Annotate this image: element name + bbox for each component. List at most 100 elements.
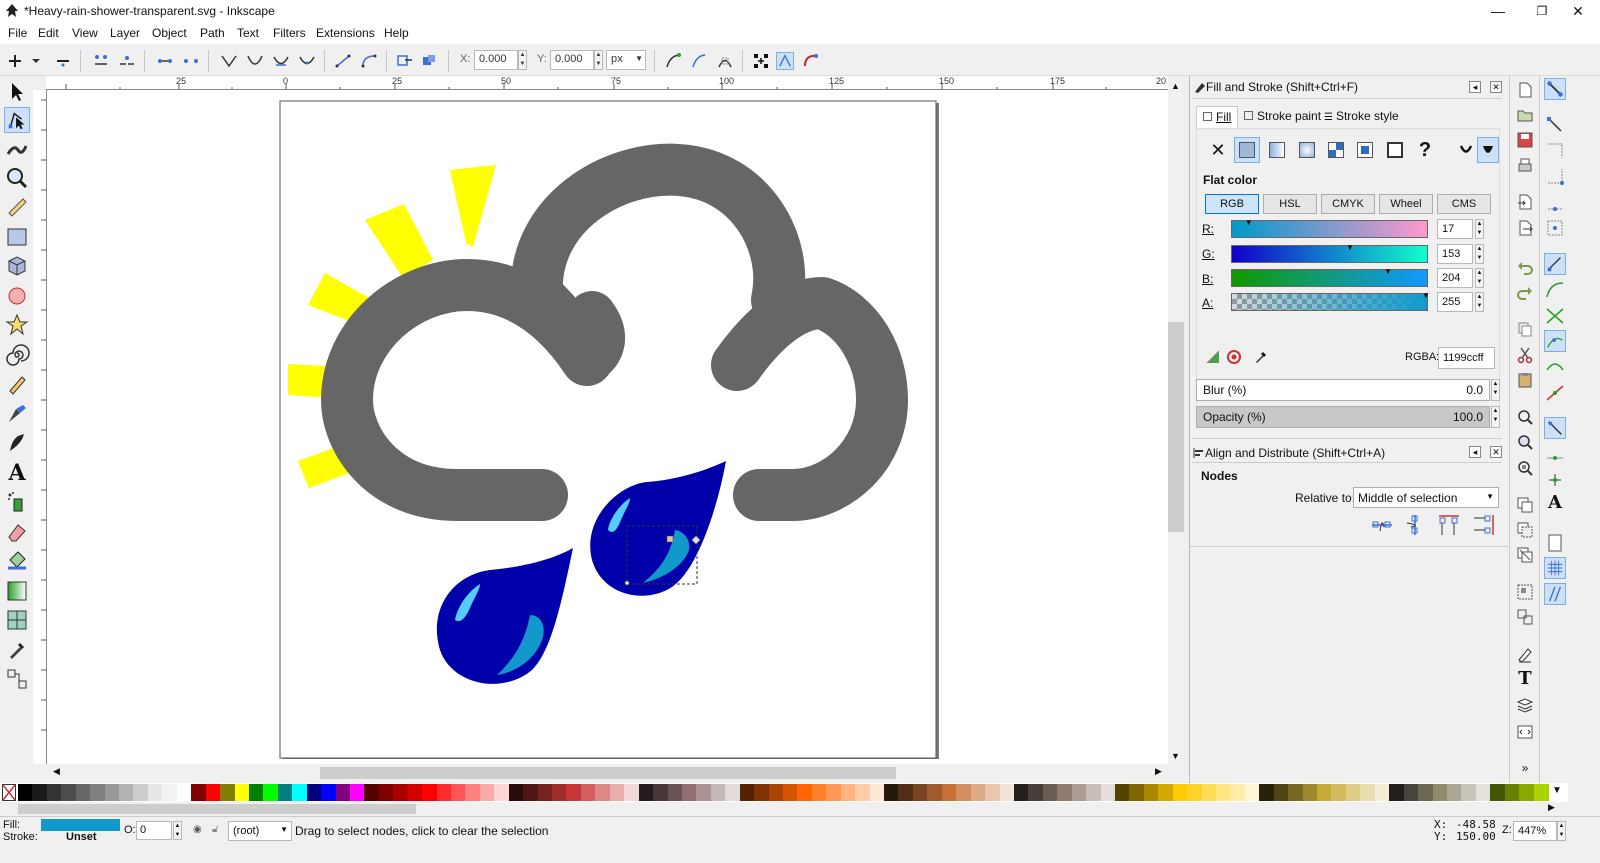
scroll-right-arrow-icon[interactable]: ▶ bbox=[1155, 766, 1162, 777]
color-swatch[interactable] bbox=[220, 784, 236, 801]
path-effect-icon[interactable] bbox=[802, 52, 820, 70]
tab-stroke-style[interactable]: ☰ Stroke style bbox=[1318, 106, 1405, 128]
fill-rule-nonzero-button[interactable] bbox=[1477, 137, 1499, 163]
color-swatch[interactable] bbox=[739, 784, 755, 801]
color-swatch[interactable] bbox=[378, 784, 394, 801]
ellipse-tool-icon[interactable] bbox=[4, 283, 30, 309]
channel-b-spin[interactable]: ▲ ▼ bbox=[1475, 268, 1484, 288]
pencil-tool-icon[interactable] bbox=[4, 371, 30, 397]
color-swatch[interactable] bbox=[595, 784, 611, 801]
color-picker-icon[interactable] bbox=[1253, 349, 1269, 365]
color-managed-icon[interactable] bbox=[1205, 349, 1221, 365]
color-swatch[interactable] bbox=[436, 784, 452, 801]
channel-g-value[interactable]: 153 bbox=[1437, 244, 1473, 264]
paste-icon[interactable] bbox=[1516, 371, 1534, 389]
color-swatch[interactable] bbox=[956, 784, 972, 801]
color-swatch[interactable] bbox=[912, 784, 928, 801]
transform-handles-icon[interactable] bbox=[752, 52, 770, 70]
stroke-to-path-icon[interactable] bbox=[420, 52, 438, 70]
rectangle-tool-icon[interactable] bbox=[4, 224, 30, 250]
snap-bbox-edge-icon[interactable] bbox=[1544, 140, 1566, 162]
color-swatch[interactable] bbox=[1446, 784, 1462, 801]
spray-tool-icon[interactable] bbox=[4, 489, 30, 515]
delete-node-icon[interactable] bbox=[54, 52, 72, 70]
tab-stroke-paint[interactable]: Stroke paint bbox=[1238, 106, 1327, 128]
color-swatch[interactable] bbox=[1273, 784, 1289, 801]
paint-bucket-tool-icon[interactable] bbox=[4, 548, 30, 574]
color-swatch[interactable] bbox=[32, 784, 48, 801]
color-swatch[interactable] bbox=[941, 784, 957, 801]
snap-text-baseline-icon[interactable]: A bbox=[1544, 492, 1566, 514]
channel-b-value[interactable]: 204 bbox=[1437, 268, 1473, 288]
tab-fill[interactable]: Fill bbox=[1196, 106, 1239, 128]
color-swatch[interactable] bbox=[46, 784, 62, 801]
snap-bbox-corner-icon[interactable] bbox=[1544, 165, 1566, 187]
snap-toggle-icon[interactable] bbox=[1544, 78, 1566, 100]
panel-iconify-button[interactable]: ◂ bbox=[1469, 81, 1481, 93]
scroll-left-arrow-icon[interactable]: ◀ bbox=[53, 766, 60, 777]
align-iconify-button[interactable]: ◂ bbox=[1469, 446, 1481, 458]
color-swatch[interactable] bbox=[1490, 784, 1506, 801]
export-icon[interactable] bbox=[1516, 219, 1534, 237]
color-swatch[interactable] bbox=[1360, 784, 1376, 801]
scroll-up-arrow-icon[interactable]: ▲ bbox=[1171, 81, 1180, 91]
color-swatch[interactable] bbox=[191, 784, 207, 801]
show-transform-icon[interactable] bbox=[776, 52, 794, 70]
menu-layer[interactable]: Layer bbox=[110, 26, 140, 40]
color-swatch[interactable] bbox=[1100, 784, 1116, 801]
no-paint-icon[interactable]: ✕ bbox=[1205, 137, 1231, 163]
color-swatch[interactable] bbox=[768, 784, 784, 801]
color-swatch[interactable] bbox=[1302, 784, 1318, 801]
color-swatch[interactable] bbox=[422, 784, 438, 801]
color-swatch[interactable] bbox=[1230, 784, 1246, 801]
color-swatch[interactable] bbox=[1042, 784, 1058, 801]
color-swatch[interactable] bbox=[104, 784, 120, 801]
blur-spin[interactable]: ▲ ▼ bbox=[1491, 379, 1500, 401]
group-icon[interactable] bbox=[1516, 583, 1534, 601]
snap-object-midpoint-icon[interactable] bbox=[1544, 443, 1566, 465]
color-swatch[interactable] bbox=[349, 784, 365, 801]
color-swatch[interactable] bbox=[1533, 784, 1549, 801]
no-color-swatch-icon[interactable] bbox=[2, 784, 16, 801]
snap-bbox-midpoint-icon[interactable] bbox=[1544, 191, 1566, 213]
color-swatch[interactable] bbox=[826, 784, 842, 801]
connector-tool-icon[interactable] bbox=[4, 666, 30, 692]
color-swatch[interactable] bbox=[1389, 784, 1405, 801]
horizontal-scroll-thumb[interactable] bbox=[320, 767, 896, 779]
fill-rule-evenodd-icon[interactable] bbox=[1459, 143, 1473, 157]
node-tool-icon[interactable] bbox=[4, 107, 30, 133]
color-swatch[interactable] bbox=[696, 784, 712, 801]
snap-smooth-nodes-icon[interactable] bbox=[1544, 356, 1566, 378]
selector-tool-icon[interactable] bbox=[4, 79, 30, 105]
object-to-path-icon[interactable] bbox=[396, 52, 414, 70]
duplicate-icon[interactable] bbox=[1516, 496, 1534, 514]
palette-menu-icon[interactable]: ▼ bbox=[1552, 785, 1562, 796]
color-swatch[interactable] bbox=[609, 784, 625, 801]
color-swatch[interactable] bbox=[1129, 784, 1145, 801]
fill-color-indicator[interactable] bbox=[41, 819, 120, 831]
x-coordinate-input[interactable]: 0.000 bbox=[474, 50, 518, 70]
blur-slider[interactable]: Blur (%) 0.0 bbox=[1196, 379, 1490, 401]
channel-a-value[interactable]: 255 bbox=[1437, 292, 1473, 312]
menu-extensions[interactable]: Extensions bbox=[316, 26, 375, 40]
channel-r-spin[interactable]: ▲ ▼ bbox=[1475, 219, 1484, 239]
menu-view[interactable]: View bbox=[72, 26, 98, 40]
node-handle[interactable] bbox=[624, 580, 630, 586]
color-swatch[interactable] bbox=[1158, 784, 1174, 801]
palette-scroll-thumb[interactable] bbox=[18, 804, 416, 814]
snap-midpoints-icon[interactable] bbox=[1544, 382, 1566, 404]
color-swatch[interactable] bbox=[927, 784, 943, 801]
smooth-node-icon[interactable] bbox=[246, 52, 264, 70]
script-editor-icon[interactable] bbox=[1516, 723, 1534, 741]
insert-node-dropdown-icon[interactable] bbox=[30, 52, 42, 70]
channel-a-spin[interactable]: ▲ ▼ bbox=[1475, 292, 1484, 312]
color-swatch[interactable] bbox=[811, 784, 827, 801]
xml-editor-icon[interactable] bbox=[1516, 646, 1534, 664]
snap-bbox-center-icon[interactable] bbox=[1544, 217, 1566, 239]
color-swatch[interactable] bbox=[75, 784, 91, 801]
clone-icon[interactable] bbox=[1516, 521, 1534, 539]
mesh-tool-icon[interactable] bbox=[4, 607, 30, 633]
color-swatch[interactable] bbox=[306, 784, 322, 801]
join-segment-icon[interactable] bbox=[156, 52, 174, 70]
color-swatch[interactable] bbox=[855, 784, 871, 801]
